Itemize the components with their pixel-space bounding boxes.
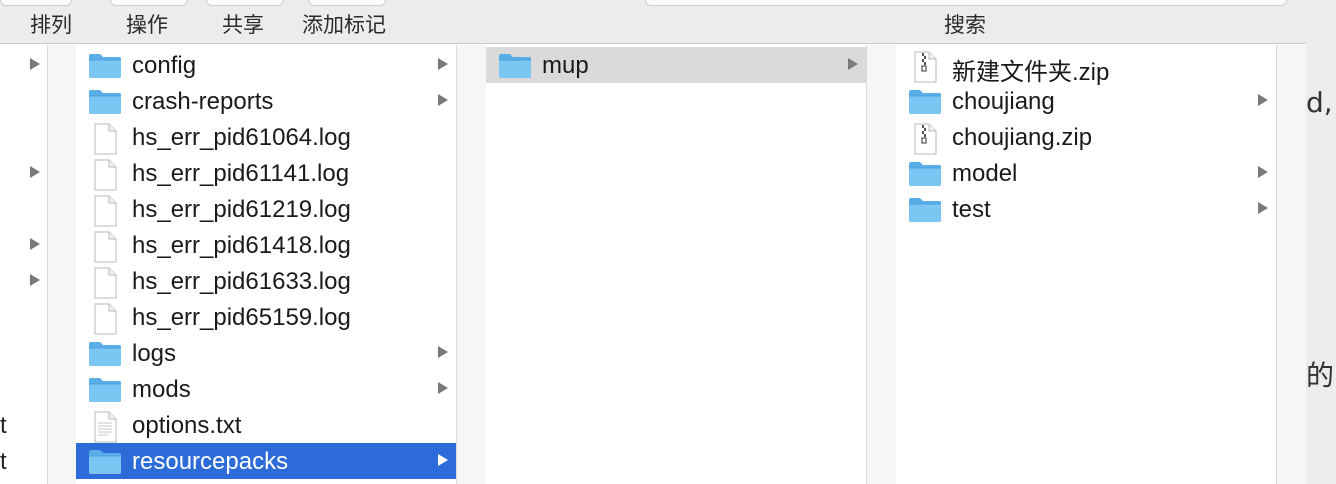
search-label: 搜索 — [944, 13, 986, 37]
truncated-item-label[interactable]: t — [0, 448, 7, 476]
file-row[interactable]: resourcepacks — [76, 443, 456, 479]
disclosure-arrow-icon[interactable] — [1258, 94, 1268, 106]
file-row[interactable]: mods — [76, 371, 456, 407]
disclosure-arrow-icon[interactable] — [438, 58, 448, 70]
column-gap — [457, 45, 486, 484]
document-icon — [88, 267, 122, 299]
file-name: mods — [132, 376, 191, 403]
disclosure-arrow-icon[interactable] — [438, 94, 448, 106]
file-name: hs_err_pid61418.log — [132, 232, 351, 259]
file-row[interactable]: config — [76, 47, 456, 83]
action-button-label[interactable]: 操作 — [126, 9, 168, 39]
browser-column-2[interactable]: mup — [486, 45, 867, 484]
file-row[interactable]: hs_err_pid65159.log — [76, 299, 456, 335]
file-row[interactable]: logs — [76, 335, 456, 371]
file-name: hs_err_pid61141.log — [132, 160, 350, 187]
file-name: logs — [132, 340, 177, 367]
folder-icon — [88, 339, 122, 367]
file-row[interactable]: options.txt — [76, 407, 456, 443]
disclosure-arrow-icon[interactable] — [1258, 202, 1268, 214]
column-gap — [867, 45, 896, 484]
disclosure-arrow-icon[interactable] — [30, 274, 40, 286]
sort-button-frame[interactable] — [0, 0, 72, 6]
document-icon — [88, 123, 122, 155]
finder-toolbar: 排列 操作 共享 添加标记 搜索 — [0, 0, 1306, 44]
file-row[interactable]: test — [896, 191, 1276, 227]
file-name: hs_err_pid61219.log — [132, 196, 351, 223]
text-file-icon — [88, 411, 122, 443]
folder-icon — [908, 195, 942, 223]
disclosure-arrow-icon[interactable] — [30, 238, 40, 250]
file-name: hs_err_pid61633.log — [132, 268, 351, 295]
add-tags-button-label[interactable]: 添加标记 — [302, 9, 386, 39]
zip-icon — [908, 123, 942, 155]
background-text: 的 — [1306, 359, 1335, 392]
folder-icon — [88, 87, 122, 115]
file-name: model — [952, 160, 1018, 187]
file-name: choujiang — [952, 88, 1055, 115]
document-icon — [88, 231, 122, 263]
browser-column-3[interactable]: 新建文件夹.zip choujiang choujiang.zip model test — [896, 45, 1277, 484]
browser-column-0[interactable]: t t — [0, 45, 48, 484]
background-window: d, 的 — [1306, 0, 1336, 484]
truncated-item-label[interactable]: t — [0, 412, 7, 440]
folder-icon — [88, 51, 122, 79]
file-name: hs_err_pid61064.log — [132, 124, 351, 151]
action-button-frame[interactable] — [110, 0, 188, 6]
disclosure-arrow-icon[interactable] — [30, 58, 40, 70]
search-field[interactable] — [645, 0, 1287, 6]
document-icon — [88, 159, 122, 191]
folder-icon — [498, 51, 532, 79]
tags-button-frame[interactable] — [308, 0, 386, 6]
file-name: resourcepacks — [132, 448, 289, 475]
file-name: options.txt — [132, 412, 242, 439]
file-name: 新建文件夹.zip — [952, 59, 1110, 86]
file-name: test — [952, 196, 991, 223]
disclosure-arrow-icon[interactable] — [1258, 166, 1268, 178]
file-row[interactable]: hs_err_pid61418.log — [76, 227, 456, 263]
file-row[interactable]: hs_err_pid61633.log — [76, 263, 456, 299]
disclosure-arrow-icon[interactable] — [438, 454, 448, 466]
folder-icon — [908, 87, 942, 115]
file-row[interactable]: hs_err_pid61064.log — [76, 119, 456, 155]
folder-icon — [908, 159, 942, 187]
file-row[interactable]: choujiang.zip — [896, 119, 1276, 155]
share-button-label[interactable]: 共享 — [222, 9, 264, 39]
column-gap — [1277, 45, 1306, 484]
background-text: d, — [1306, 86, 1333, 119]
file-row[interactable]: 新建文件夹.zip — [896, 47, 1276, 86]
file-row[interactable]: choujiang — [896, 83, 1276, 119]
document-icon — [88, 195, 122, 227]
disclosure-arrow-icon[interactable] — [848, 58, 858, 70]
file-name: config — [132, 52, 197, 79]
file-row[interactable]: hs_err_pid61141.log — [76, 155, 456, 191]
file-row[interactable]: crash-reports — [76, 83, 456, 119]
file-name: choujiang.zip — [952, 124, 1093, 151]
column-gap — [48, 45, 76, 484]
file-row[interactable]: mup — [486, 47, 866, 83]
file-name: hs_err_pid65159.log — [132, 304, 351, 331]
disclosure-arrow-icon[interactable] — [438, 346, 448, 358]
share-button-frame[interactable] — [206, 0, 284, 6]
zip-icon — [908, 51, 942, 83]
folder-icon — [88, 375, 122, 403]
file-name: crash-reports — [132, 88, 274, 115]
document-icon — [88, 303, 122, 335]
file-row[interactable]: model — [896, 155, 1276, 191]
disclosure-arrow-icon[interactable] — [30, 166, 40, 178]
disclosure-arrow-icon[interactable] — [438, 382, 448, 394]
folder-icon — [88, 447, 122, 475]
file-name: mup — [542, 52, 589, 79]
browser-column-1[interactable]: config crash-reports hs_err_pid61064.loghs… — [76, 45, 457, 484]
sort-button-label[interactable]: 排列 — [30, 9, 72, 39]
file-row[interactable]: hs_err_pid61219.log — [76, 191, 456, 227]
